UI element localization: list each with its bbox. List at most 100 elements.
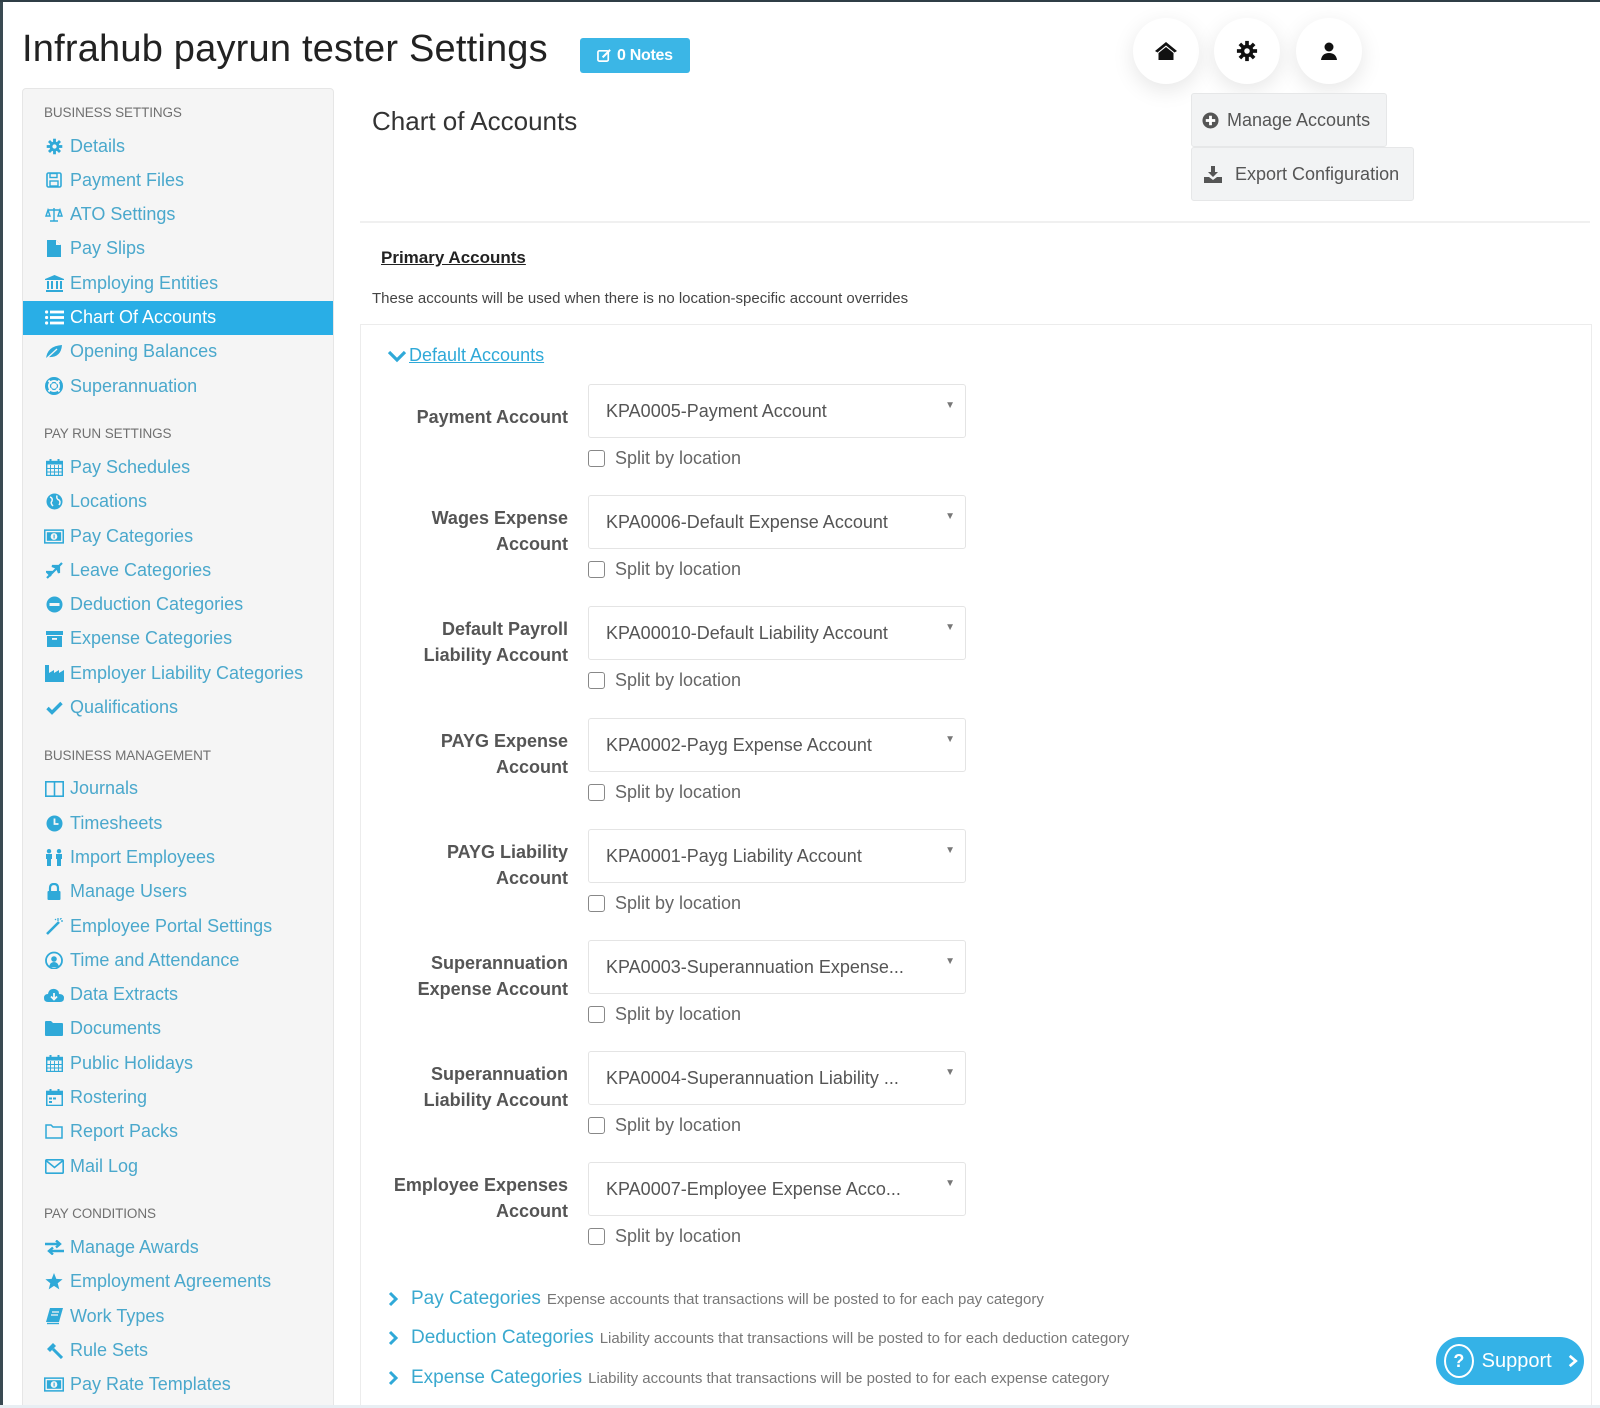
- split-by-location-checkbox[interactable]: [588, 1117, 605, 1134]
- sidebar-item-label: Timesheets: [70, 812, 163, 833]
- category-link-deduction-categories[interactable]: Deduction Categories: [411, 1327, 594, 1349]
- account-label-line: Account: [496, 1201, 568, 1221]
- account-row: PAYG Liability Account KPA0001-Payg Liabi…: [380, 829, 980, 939]
- split-by-location-checkbox[interactable]: [588, 895, 605, 912]
- split-by-location-checkbox[interactable]: [588, 1006, 605, 1023]
- split-by-location[interactable]: Split by location: [588, 448, 741, 469]
- category-link-expense-categories[interactable]: Expense Categories: [411, 1367, 582, 1389]
- calendar-icon: [44, 458, 64, 476]
- sidebar-item-documents[interactable]: Documents: [23, 1012, 333, 1046]
- sidebar-item-report-packs[interactable]: Report Packs: [23, 1115, 333, 1149]
- account-select[interactable]: KPA0002-Payg Expense Account ▼: [588, 718, 966, 772]
- sidebar-item-mail-log[interactable]: Mail Log: [23, 1149, 333, 1183]
- support-button[interactable]: ? Support: [1436, 1337, 1584, 1385]
- sidebar-item-leave-categories[interactable]: Leave Categories: [23, 553, 333, 587]
- split-by-location-checkbox[interactable]: [588, 784, 605, 801]
- chevron-right-icon: [1568, 1354, 1578, 1368]
- sidebar-item-time-and-attendance[interactable]: Time and Attendance: [23, 943, 333, 977]
- sidebar-item-pay-rate-templates[interactable]: Pay Rate Templates: [23, 1368, 333, 1402]
- sidebar-item-label: Opening Balances: [70, 341, 218, 362]
- home-button[interactable]: [1133, 18, 1199, 84]
- sidebar-item-rule-sets[interactable]: Rule Sets: [23, 1333, 333, 1367]
- split-by-location-checkbox[interactable]: [588, 561, 605, 578]
- account-select[interactable]: KPA00010-Default Liability Account ▼: [588, 606, 966, 660]
- minus-circle-icon: [44, 596, 64, 614]
- sidebar-item-label: Chart Of Accounts: [70, 307, 217, 327]
- sidebar-item-timesheets[interactable]: Timesheets: [23, 806, 333, 840]
- sidebar-item-payment-files[interactable]: Payment Files: [23, 163, 333, 197]
- users-icon: [44, 848, 64, 866]
- default-accounts-toggle[interactable]: Default Accounts: [388, 345, 544, 366]
- section-title: Chart of Accounts: [372, 106, 578, 136]
- user-clock-icon: [44, 951, 64, 970]
- category-section-pay-categories: Pay Categories Expense accounts that tra…: [388, 1288, 1044, 1310]
- default-accounts-label: Default Accounts: [409, 345, 545, 365]
- account-select[interactable]: KPA0005-Payment Account ▼: [588, 384, 966, 438]
- split-by-location[interactable]: Split by location: [588, 559, 741, 580]
- split-by-location-checkbox[interactable]: [588, 672, 605, 689]
- account-row: Superannuation Liability Account KPA0004-…: [380, 1051, 980, 1161]
- account-select[interactable]: KPA0007-Employee Expense Acco... ▼: [588, 1162, 966, 1216]
- split-by-location[interactable]: Split by location: [588, 670, 741, 691]
- gear-icon: [1236, 40, 1258, 62]
- split-by-location-checkbox[interactable]: [588, 450, 605, 467]
- split-by-location[interactable]: Split by location: [588, 893, 741, 914]
- account-select-value: KPA0002-Payg Expense Account: [606, 734, 872, 755]
- account-row: PAYG Expense Account KPA0002-Payg Expense…: [380, 718, 980, 828]
- sidebar-item-data-extracts[interactable]: Data Extracts: [23, 978, 333, 1012]
- account-row: Payment Account KPA0005-Payment Account …: [380, 384, 980, 494]
- sidebar-item-employee-portal-settings[interactable]: Employee Portal Settings: [23, 909, 333, 943]
- sidebar-item-work-types[interactable]: Work Types: [23, 1299, 333, 1333]
- sidebar-item-employment-agreements[interactable]: Employment Agreements: [23, 1265, 333, 1299]
- sidebar-item-qualifications[interactable]: Qualifications: [23, 691, 333, 725]
- export-configuration-button[interactable]: Export Configuration: [1191, 147, 1414, 201]
- account-label: Default Payroll Liability Account: [368, 616, 568, 668]
- sidebar-item-pay-categories[interactable]: Pay Categories: [23, 519, 333, 553]
- sidebar-heading: Business Management: [44, 747, 211, 763]
- primary-accounts-tab[interactable]: Primary Accounts: [381, 248, 526, 268]
- sidebar-item-label: Time and Attendance: [70, 949, 240, 970]
- calendar-alt-icon: [44, 1089, 64, 1107]
- user-button[interactable]: [1296, 18, 1362, 84]
- dropdown-caret-icon: ▼: [945, 400, 955, 411]
- split-by-location[interactable]: Split by location: [588, 1226, 741, 1247]
- sidebar-item-pay-schedules[interactable]: Pay Schedules: [23, 450, 333, 484]
- sidebar-item-employing-entities[interactable]: Employing Entities: [23, 266, 333, 300]
- split-by-location[interactable]: Split by location: [588, 1115, 741, 1136]
- sidebar-item-locations[interactable]: Locations: [23, 485, 333, 519]
- sidebar-item-employer-liability-categories[interactable]: Employer Liability Categories: [23, 656, 333, 690]
- category-link-pay-categories[interactable]: Pay Categories: [411, 1288, 541, 1310]
- sidebar-item-details[interactable]: Details: [23, 129, 333, 163]
- sidebar-item-import-employees[interactable]: Import Employees: [23, 840, 333, 874]
- sidebar-item-journals[interactable]: Journals: [23, 772, 333, 806]
- plane-icon: [44, 561, 64, 579]
- account-select[interactable]: KPA0004-Superannuation Liability ... ▼: [588, 1051, 966, 1105]
- sidebar-item-opening-balances[interactable]: Opening Balances: [23, 335, 333, 369]
- split-by-location[interactable]: Split by location: [588, 1004, 741, 1025]
- account-select-value: KPA0003-Superannuation Expense...: [606, 956, 904, 977]
- manage-accounts-button[interactable]: Manage Accounts: [1191, 93, 1387, 147]
- sidebar-item-label: Employing Entities: [70, 272, 219, 293]
- settings-button[interactable]: [1214, 18, 1280, 84]
- sidebar-item-chart-of-accounts[interactable]: Chart Of Accounts: [23, 300, 333, 335]
- account-select[interactable]: KPA0003-Superannuation Expense... ▼: [588, 940, 966, 994]
- split-by-location[interactable]: Split by location: [588, 782, 741, 803]
- notes-button[interactable]: 0 Notes: [580, 38, 690, 73]
- account-row: Wages Expense Account KPA0006-Default Exp…: [380, 495, 980, 605]
- split-by-location-label: Split by location: [615, 448, 742, 468]
- account-label: PAYG Liability Account: [368, 839, 568, 891]
- split-by-location-checkbox[interactable]: [588, 1228, 605, 1245]
- account-label-line: Liability Account: [423, 645, 568, 665]
- sidebar-item-manage-awards[interactable]: Manage Awards: [23, 1230, 333, 1264]
- account-select[interactable]: KPA0001-Payg Liability Account ▼: [588, 829, 966, 883]
- sidebar-item-public-holidays[interactable]: Public Holidays: [23, 1046, 333, 1080]
- sidebar-item-superannuation[interactable]: Superannuation: [23, 369, 333, 403]
- account-select[interactable]: KPA0006-Default Expense Account ▼: [588, 495, 966, 549]
- sidebar-item-expense-categories[interactable]: Expense Categories: [23, 622, 333, 656]
- account-select-value: KPA0004-Superannuation Liability ...: [606, 1067, 899, 1088]
- sidebar-item-rostering[interactable]: Rostering: [23, 1081, 333, 1115]
- sidebar-item-pay-slips[interactable]: Pay Slips: [23, 232, 333, 266]
- sidebar-item-deduction-categories[interactable]: Deduction Categories: [23, 588, 333, 622]
- sidebar-item-ato-settings[interactable]: ATO Settings: [23, 198, 333, 232]
- sidebar-item-manage-users[interactable]: Manage Users: [23, 875, 333, 909]
